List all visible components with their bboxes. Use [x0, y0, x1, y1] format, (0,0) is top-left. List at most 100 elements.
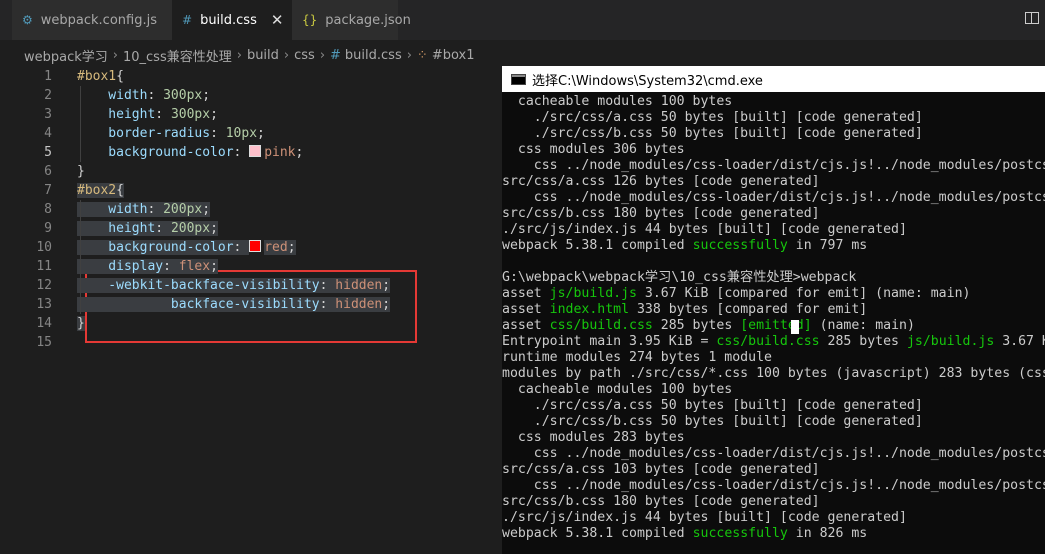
tab-package-json[interactable]: {} package.json	[292, 0, 411, 40]
terminal-line: src/css/a.css 103 bytes [code generated]	[502, 462, 820, 477]
terminal-line: ./src/css/b.css 50 bytes [built] [code g…	[502, 414, 923, 429]
code-text: width: 300px;	[77, 88, 211, 103]
terminal-line: runtime modules 274 bytes 1 module	[502, 350, 772, 365]
code-text: border-radius: 10px;	[77, 126, 265, 141]
tab-webpack-config[interactable]: ⚙ webpack.config.js	[12, 0, 172, 40]
code-editor[interactable]: 1 #box1{2 width: 300px; 3 height: 300px; 4 …	[0, 66, 502, 554]
code-line: 13 backface-visibility: hidden;	[0, 295, 502, 314]
text-cursor	[791, 320, 799, 334]
cmd-icon	[511, 73, 526, 85]
terminal-line: cacheable modules 100 bytes	[502, 94, 733, 109]
terminal-line: ./src/js/index.js 44 bytes [built] [code…	[502, 222, 907, 237]
terminal-line: css modules 306 bytes	[502, 142, 685, 157]
cmd-title: 选择C:\Windows\System32\cmd.exe	[532, 73, 763, 89]
code-text: background-color: red;	[77, 240, 296, 255]
terminal-line: src/css/a.css 126 bytes [code generated]	[502, 174, 820, 189]
line-number: 4	[44, 126, 52, 141]
color-swatch[interactable]	[249, 145, 262, 157]
line-number: 11	[36, 259, 52, 274]
terminal-line: ./src/css/a.css 50 bytes [built] [code g…	[502, 110, 923, 125]
terminal-line: ./src/js/index.js 44 bytes [built] [code…	[502, 510, 907, 525]
line-number: 6	[44, 164, 52, 179]
chevron-right-icon: ›	[236, 47, 242, 63]
css-file-icon: #	[330, 47, 341, 63]
code-text: background-color: pink;	[77, 145, 304, 160]
code-text: }	[77, 316, 85, 331]
css-file-icon: #	[182, 13, 193, 27]
chevron-right-icon: ›	[112, 47, 118, 63]
chevron-right-icon: ›	[319, 47, 326, 63]
code-line: 4 border-radius: 10px;	[0, 124, 502, 143]
line-number: 9	[44, 221, 52, 236]
line-number: 14	[36, 316, 52, 331]
terminal-line: css ../node_modules/css-loader/dist/cjs.…	[533, 158, 1045, 173]
breadcrumb-item[interactable]: build	[247, 48, 279, 63]
terminal-line: css ../node_modules/css-loader/dist/cjs.…	[533, 446, 1045, 461]
tab-label: package.json	[325, 12, 411, 28]
terminal-line: asset index.html 338 bytes [compared for…	[502, 302, 868, 317]
line-number: 10	[36, 240, 52, 255]
split-editor-icon[interactable]	[1025, 12, 1039, 24]
terminal-line: src/css/b.css 180 bytes [code generated]	[502, 206, 820, 221]
tab-label: build.css	[200, 12, 257, 28]
code-line: 12 -webkit-backface-visibility: hidden;	[0, 276, 502, 295]
cmd-title-bar[interactable]: 选择C:\Windows\System32\cmd.exe	[502, 66, 1045, 92]
editor-tab-bar: ⚙ webpack.config.js # build.css ✕ {} pac…	[0, 0, 1045, 40]
tab-label: webpack.config.js	[40, 12, 157, 28]
breadcrumb: webpack学习 › 10_css兼容性处理 › build › css › …	[0, 44, 1045, 66]
terminal-line: cacheable modules 100 bytes	[502, 382, 733, 397]
terminal-line: asset js/build.js 3.67 KiB [compared for…	[502, 286, 971, 301]
code-line: 7 #box2{	[0, 181, 502, 200]
terminal-line: ./src/css/a.css 50 bytes [built] [code g…	[502, 398, 923, 413]
code-text: -webkit-backface-visibility: hidden;	[77, 278, 391, 293]
line-number: 3	[44, 107, 52, 122]
line-number: 1	[44, 69, 52, 84]
line-number: 2	[44, 88, 52, 103]
terminal-output: cacheable modules 100 bytes ./src/css/a.…	[502, 94, 1045, 542]
code-text: width: 200px;	[77, 202, 211, 217]
breadcrumb-item[interactable]: webpack学习	[24, 46, 108, 65]
terminal-line: Entrypoint main 3.95 KiB = css/build.css…	[502, 334, 1045, 349]
code-line: 2 width: 300px;	[0, 86, 502, 105]
breadcrumb-item[interactable]: css	[294, 48, 315, 63]
line-number: 8	[44, 202, 52, 217]
line-number: 12	[36, 278, 52, 293]
code-text: #box1{	[77, 69, 124, 84]
tab-build-css[interactable]: # build.css ✕	[172, 0, 292, 40]
color-swatch[interactable]	[249, 240, 262, 252]
code-text: #box2{	[77, 183, 124, 198]
line-number: 5	[44, 145, 52, 160]
code-text: height: 200px;	[77, 221, 218, 236]
code-line: 5 background-color: pink;	[0, 143, 502, 162]
code-line: 6}	[0, 162, 502, 181]
line-number: 15	[36, 335, 52, 350]
code-text: display: flex;	[77, 259, 218, 274]
breadcrumb-item[interactable]: #box1	[432, 48, 475, 63]
code-line: 10 background-color: red;	[0, 238, 502, 257]
code-line: 11 display: flex;	[0, 257, 502, 276]
terminal-line: asset css/build.css 285 bytes [emitted] …	[502, 318, 915, 333]
line-number: 13	[36, 297, 52, 312]
terminal-line: webpack 5.38.1 compiled successfully in …	[502, 238, 868, 253]
terminal-line: G:\webpack\webpack学习\10_css兼容性处理>webpack	[502, 270, 857, 285]
breadcrumb-item[interactable]: build.css	[345, 48, 402, 63]
code-line: 1 #box1{	[0, 67, 502, 86]
close-icon[interactable]: ✕	[271, 11, 284, 29]
code-line: 15	[0, 333, 502, 352]
terminal-line: webpack 5.38.1 compiled successfully in …	[502, 526, 868, 541]
cmd-window[interactable]: 选择C:\Windows\System32\cmd.exe cacheable …	[502, 66, 1045, 554]
terminal-line: ./src/css/b.css 50 bytes [built] [code g…	[502, 126, 923, 141]
json-file-icon: {}	[302, 13, 318, 27]
terminal-line: css modules 283 bytes	[502, 430, 685, 445]
terminal-line: css ../node_modules/css-loader/dist/cjs.…	[533, 478, 1045, 493]
code-line: 3 height: 300px;	[0, 105, 502, 124]
code-line: 14}	[0, 314, 502, 333]
terminal-line: src/css/b.css 180 bytes [code generated]	[502, 494, 820, 509]
code-text: backface-visibility: hidden;	[77, 297, 391, 312]
gear-icon: ⚙	[22, 13, 33, 27]
line-number: 7	[44, 183, 52, 198]
breadcrumb-item[interactable]: 10_css兼容性处理	[123, 46, 232, 65]
chevron-right-icon: ›	[283, 47, 290, 63]
terminal-line: css ../node_modules/css-loader/dist/cjs.…	[533, 190, 1045, 205]
chevron-right-icon: ›	[406, 47, 412, 63]
